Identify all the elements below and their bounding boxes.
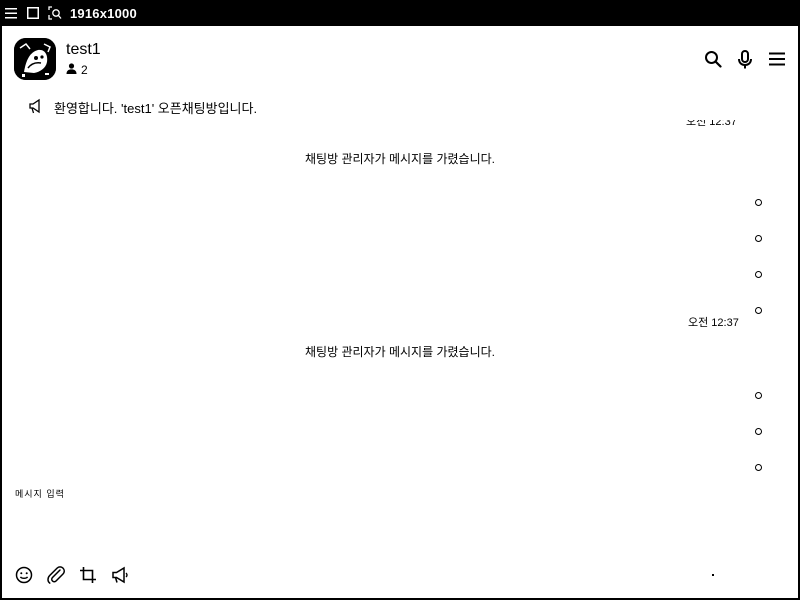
maximize-icon[interactable] bbox=[22, 0, 44, 26]
screen-capture-icon[interactable] bbox=[44, 0, 66, 26]
crop-icon[interactable] bbox=[77, 564, 99, 586]
message-time: 오전 12:37 bbox=[686, 120, 737, 128]
message-status-dot bbox=[755, 307, 762, 314]
system-message: 채팅방 관리자가 메시지를 가렸습니다. bbox=[305, 152, 495, 166]
avatar[interactable] bbox=[14, 38, 56, 80]
message-time: 오전 12:37 bbox=[688, 317, 739, 329]
system-message: 채팅방 관리자가 메시지를 가렸습니다. bbox=[305, 345, 495, 359]
window-border bbox=[0, 26, 2, 600]
search-icon[interactable] bbox=[702, 48, 724, 70]
notice-banner[interactable]: 환영합니다. 'test1' 오픈채팅방입니다. bbox=[28, 98, 257, 117]
menu-icon[interactable] bbox=[0, 0, 22, 26]
message-status-dot bbox=[755, 199, 762, 206]
member-count-value: 2 bbox=[81, 63, 88, 77]
notice-text: 환영합니다. 'test1' 오픈채팅방입니다. bbox=[54, 101, 258, 116]
message-input[interactable]: 메시지 입력 bbox=[15, 487, 65, 500]
message-status-dot bbox=[755, 392, 762, 399]
menu-icon[interactable] bbox=[766, 48, 788, 70]
window-titlebar: 1916x1000 bbox=[0, 0, 800, 26]
chat-header: test1 2 bbox=[2, 26, 798, 90]
attachment-icon[interactable] bbox=[45, 564, 67, 586]
emoji-icon[interactable] bbox=[13, 564, 35, 586]
message-status-dot bbox=[755, 271, 762, 278]
megaphone-icon bbox=[28, 98, 44, 117]
message-status-dot bbox=[755, 464, 762, 471]
window-title: 1916x1000 bbox=[70, 5, 137, 21]
message-status-dot bbox=[755, 235, 762, 242]
person-icon bbox=[66, 63, 77, 77]
microphone-icon[interactable] bbox=[734, 48, 756, 70]
message-status-dot bbox=[755, 428, 762, 435]
send-indicator bbox=[712, 574, 714, 576]
room-name: test1 bbox=[66, 41, 101, 58]
member-count[interactable]: 2 bbox=[66, 63, 88, 77]
megaphone-icon[interactable] bbox=[109, 564, 131, 586]
